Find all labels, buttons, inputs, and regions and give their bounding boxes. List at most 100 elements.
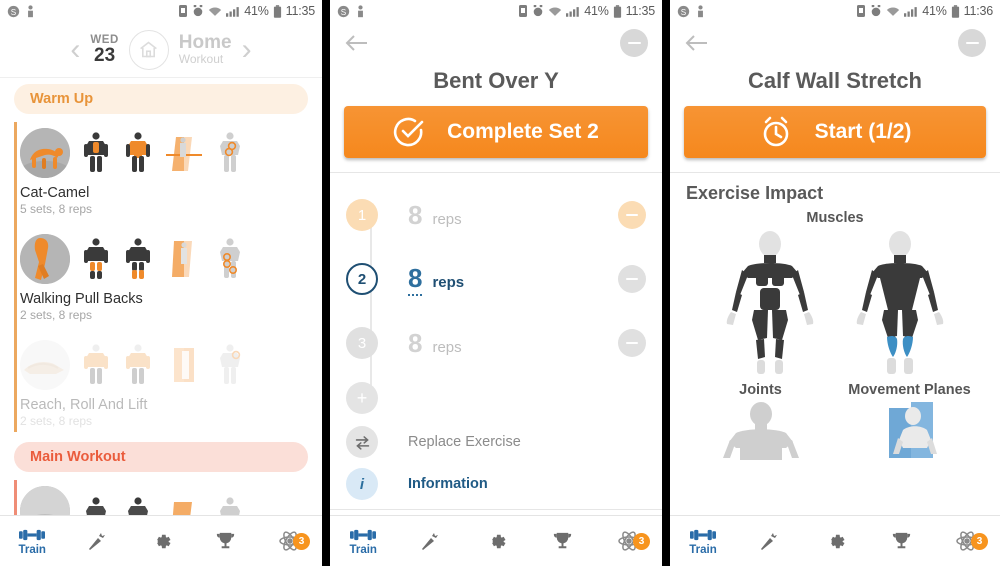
set-row[interactable]: 1 8 reps bbox=[330, 183, 662, 247]
status-bar-left-icons: S bbox=[677, 4, 705, 18]
set-value-group[interactable]: 8 reps bbox=[408, 200, 462, 231]
action-replace-exercise[interactable]: Replace Exercise bbox=[330, 421, 662, 463]
list-item[interactable] bbox=[16, 476, 322, 515]
movement-plane-icon bbox=[172, 241, 192, 277]
status-bar-1: S 41% 11:35 bbox=[0, 0, 322, 22]
joints-icon bbox=[220, 132, 240, 172]
next-day-button[interactable]: › bbox=[242, 34, 252, 65]
signal-icon bbox=[566, 6, 579, 17]
exercise-icon-strip bbox=[20, 336, 322, 394]
nav-item-nutrition[interactable] bbox=[396, 529, 462, 553]
exercise-impact-section: Exercise Impact Muscles Joints Movement … bbox=[670, 173, 1000, 515]
minus-circle-icon[interactable] bbox=[620, 29, 648, 57]
list-item[interactable]: Walking Pull Backs 2 sets, 8 reps bbox=[16, 224, 322, 330]
exercise-detail-header: Calf Wall Stretch bbox=[670, 22, 1000, 106]
status-bar-3: S 41% 11:36 bbox=[670, 0, 1000, 22]
nav-item-settings[interactable] bbox=[802, 530, 868, 553]
nav-item-science[interactable]: 3 bbox=[258, 529, 322, 553]
nav-item-train[interactable]: Train bbox=[670, 527, 736, 556]
nav-item-train[interactable]: Train bbox=[330, 527, 396, 556]
workout-list[interactable]: Warm Up Cat-Camel 5 sets, 8 reps Walking… bbox=[0, 78, 322, 515]
bottom-navigation-3[interactable]: Train 3 bbox=[670, 515, 1000, 566]
nav-item-nutrition[interactable] bbox=[64, 529, 128, 553]
back-arrow-icon[interactable] bbox=[684, 33, 710, 53]
trophy-icon bbox=[216, 532, 235, 548]
section-title: Main Workout bbox=[30, 449, 126, 465]
home-plan-button[interactable] bbox=[128, 29, 169, 70]
exercise-meta: 5 sets, 8 reps bbox=[20, 202, 93, 216]
nav-item-science[interactable]: 3 bbox=[596, 529, 662, 553]
set-value-group[interactable]: 8 reps bbox=[408, 263, 464, 296]
set-reps-value[interactable]: 8 bbox=[408, 263, 423, 296]
complete-set-label: Complete Set 2 bbox=[447, 120, 599, 143]
joints-label: Joints bbox=[739, 382, 782, 398]
status-bar-2: S 41% 11:35 bbox=[330, 0, 662, 22]
section-accent-bar bbox=[14, 480, 17, 515]
section-header-warm-up[interactable]: Warm Up bbox=[14, 84, 308, 114]
start-timer-button[interactable]: Start (1/2) bbox=[684, 106, 986, 158]
back-arrow-icon[interactable] bbox=[344, 33, 370, 53]
panel-gap bbox=[322, 0, 330, 566]
set-value-group[interactable]: 8 reps bbox=[408, 328, 462, 359]
minus-circle-icon[interactable] bbox=[958, 29, 986, 57]
remove-set-button[interactable] bbox=[618, 201, 646, 229]
nav-item-achievements[interactable] bbox=[193, 530, 257, 553]
previous-day-button[interactable]: ‹ bbox=[70, 34, 80, 65]
muscle-figures[interactable] bbox=[686, 230, 984, 378]
section-header-main-workout[interactable]: Main Workout bbox=[14, 442, 308, 472]
status-bar-left-icons: S bbox=[7, 4, 35, 18]
set-index-badge[interactable]: 1 bbox=[346, 199, 378, 231]
battery-icon bbox=[951, 4, 959, 18]
sets-list[interactable]: 1 8 reps 2 8 reps 3 8 reps + Replace Exe… bbox=[330, 173, 662, 515]
set-reps-value[interactable]: 8 bbox=[408, 328, 422, 359]
add-set-row[interactable]: + bbox=[330, 375, 662, 421]
list-item[interactable]: Cat-Camel 5 sets, 8 reps bbox=[16, 118, 322, 224]
walking-pull-backs-photo bbox=[20, 234, 70, 284]
nav-item-achievements[interactable] bbox=[529, 530, 595, 553]
nav-item-nutrition[interactable] bbox=[736, 529, 802, 553]
set-row[interactable]: 3 8 reps bbox=[330, 311, 662, 375]
person-pin-icon bbox=[28, 4, 33, 17]
nav-item-achievements[interactable] bbox=[868, 530, 934, 553]
day-header: ‹ WED 23 Home Workout › bbox=[0, 22, 322, 78]
exercise-icon-strip bbox=[20, 230, 322, 288]
remove-set-button[interactable] bbox=[618, 329, 646, 357]
alarm-icon bbox=[871, 5, 881, 17]
gear-icon bbox=[491, 534, 506, 548]
current-date: WED 23 bbox=[90, 34, 118, 66]
set-row[interactable]: 2 8 reps bbox=[330, 247, 662, 311]
movement-planes-column[interactable]: Movement Planes bbox=[835, 382, 984, 465]
nav-badge-count: 3 bbox=[633, 533, 651, 550]
set-reps-value[interactable]: 8 bbox=[408, 200, 422, 231]
set-reps-unit: reps bbox=[432, 273, 465, 291]
start-label: Start (1/2) bbox=[814, 120, 912, 143]
swap-arrows-icon bbox=[346, 426, 378, 458]
dumbbell-icon bbox=[350, 529, 377, 540]
nav-item-settings[interactable] bbox=[129, 530, 193, 553]
plan-subtitle: Workout bbox=[178, 52, 224, 67]
action-information[interactable]: i Information bbox=[330, 463, 662, 505]
plan-info[interactable]: Home Workout bbox=[179, 33, 232, 66]
add-set-button[interactable]: + bbox=[346, 382, 378, 414]
exercise-name: Reach, Roll And Lift bbox=[20, 397, 148, 413]
nav-item-settings[interactable] bbox=[463, 530, 529, 553]
nav-item-train[interactable]: Train bbox=[0, 527, 64, 556]
exercise-meta: 2 sets, 8 reps bbox=[20, 308, 93, 322]
section-group-warm-up: Cat-Camel 5 sets, 8 reps Walking Pull Ba… bbox=[0, 118, 322, 436]
wifi-icon bbox=[209, 7, 222, 16]
list-item[interactable]: Reach, Roll And Lift 2 sets, 8 reps bbox=[16, 330, 322, 436]
bottom-navigation-1[interactable]: Train 3 bbox=[0, 515, 322, 566]
joints-column[interactable]: Joints bbox=[686, 382, 835, 465]
joints-icon bbox=[220, 238, 240, 278]
bottom-navigation-2[interactable]: Train 3 bbox=[330, 515, 662, 566]
set-index-badge[interactable]: 3 bbox=[346, 327, 378, 359]
movement-plane-figure-icon bbox=[888, 402, 937, 458]
set-index-badge[interactable]: 2 bbox=[346, 263, 378, 295]
remove-set-button[interactable] bbox=[618, 265, 646, 293]
battery-icon bbox=[613, 4, 621, 18]
muscle-back-icon bbox=[128, 497, 148, 515]
complete-set-button[interactable]: Complete Set 2 bbox=[344, 106, 648, 158]
exercise-icon-strip bbox=[20, 124, 322, 182]
muscles-label: Muscles bbox=[806, 210, 864, 226]
nav-item-science[interactable]: 3 bbox=[934, 529, 1000, 553]
